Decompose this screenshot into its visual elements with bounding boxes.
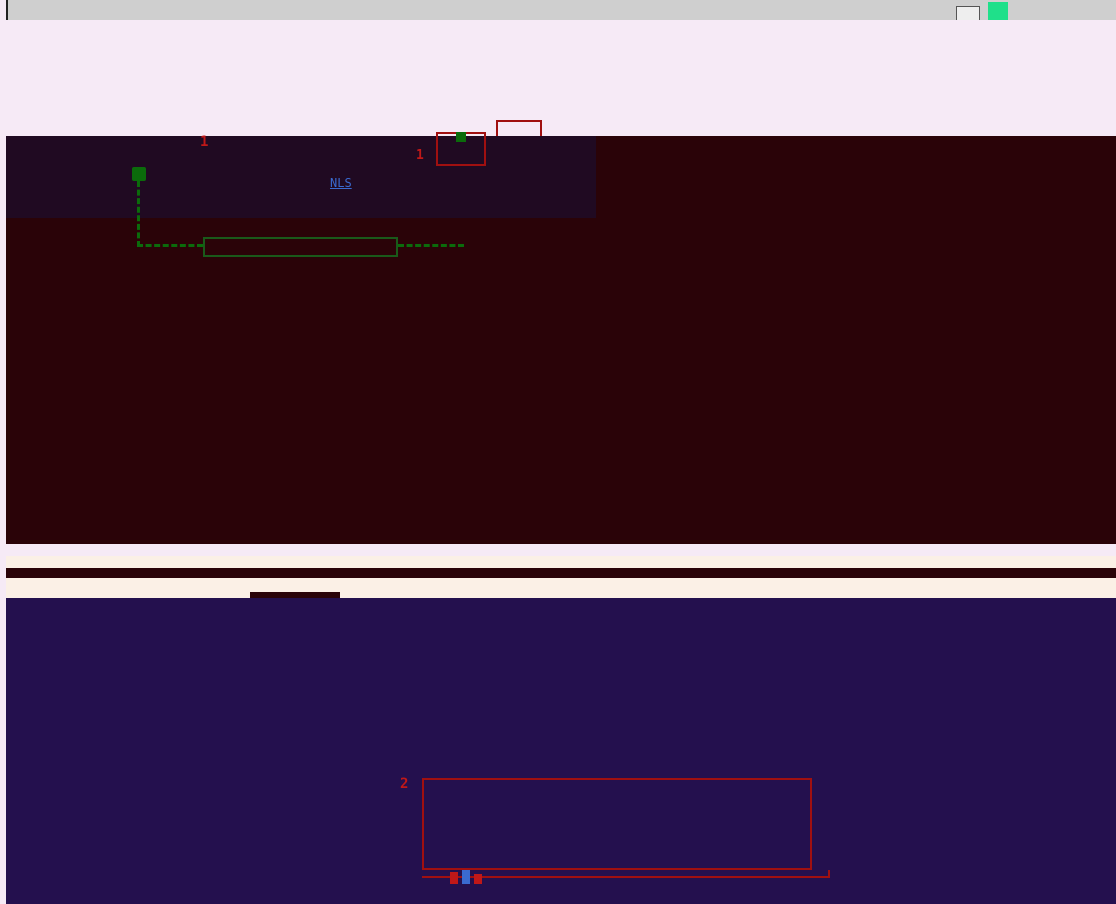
connector-node-2 [456,132,466,142]
toolbar-info [812,66,1102,88]
window-titlebar [6,0,1116,20]
callout-box-2 [422,778,812,870]
connector-line-vertical [137,181,140,247]
step-marker-1: 1 [200,134,209,150]
step-marker-red-1: 1 [416,148,424,163]
status-strip-main [6,568,1116,578]
connector-line-left [137,244,203,247]
top-subpanel [6,136,596,218]
app-icon[interactable] [988,2,1008,20]
connector-line-right [398,244,464,247]
panel-link[interactable]: NLS [330,176,352,190]
step-marker-2: 2 [400,776,409,792]
cursor-icon-svg [450,870,482,884]
connector-node-1 [132,167,146,181]
highlight-box [203,237,398,257]
cursor-icon [448,868,488,888]
callout-box-top [496,120,542,136]
